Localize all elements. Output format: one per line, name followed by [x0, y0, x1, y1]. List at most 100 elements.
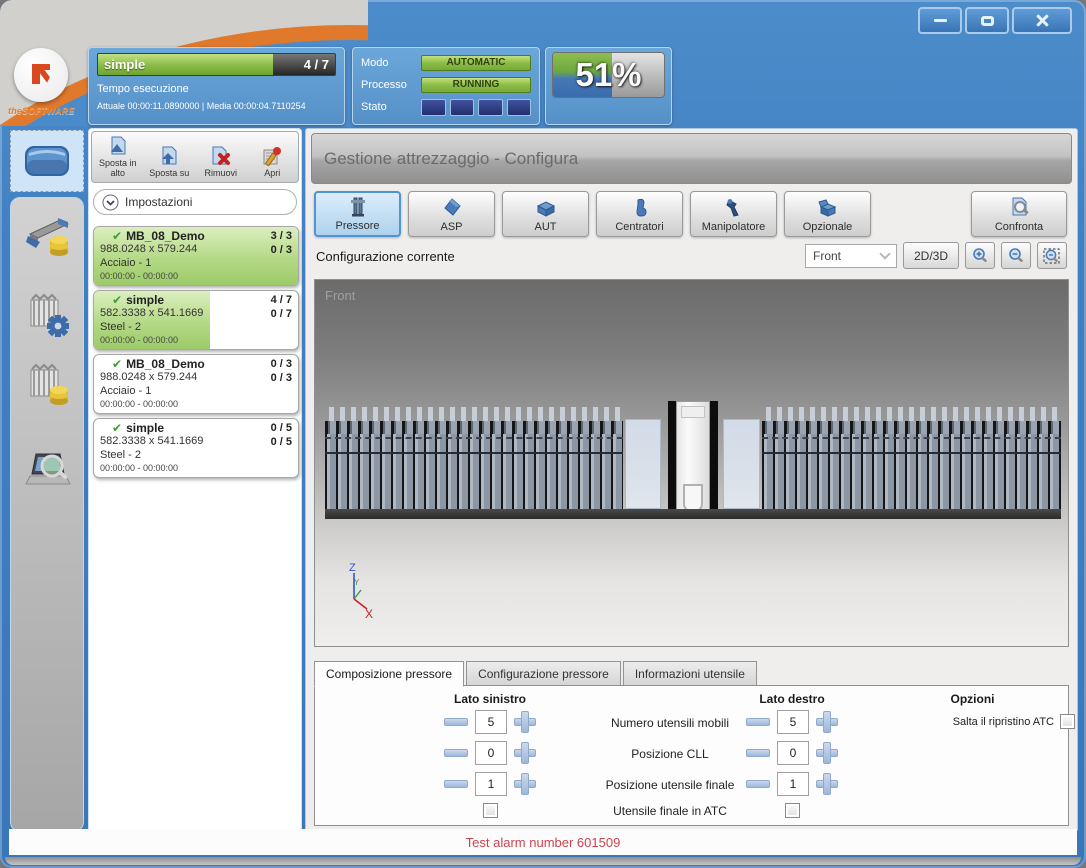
tab-centratori[interactable]: Centratori	[596, 191, 683, 237]
2d3d-button[interactable]: 2D/3D	[903, 242, 959, 269]
sidebar	[10, 197, 84, 832]
sidebar-item-diagnostics[interactable]	[24, 446, 72, 494]
stepper-value[interactable]: 0	[475, 741, 507, 765]
job-card[interactable]: ✔simple 582.3338 x 541.1669 Steel - 2 00…	[93, 418, 299, 478]
detail-tabs: Composizione pressore Configurazione pre…	[314, 661, 759, 687]
job-card-material: Acciaio - 1	[100, 257, 292, 271]
stepper-value[interactable]: 1	[475, 772, 507, 796]
move-up-button[interactable]: Sposta su	[144, 132, 196, 182]
decrement-button[interactable]	[746, 780, 770, 788]
open-button[interactable]: Apri	[247, 132, 299, 182]
job-card-name: MB_08_Demo	[126, 229, 205, 243]
atc-left-checkbox[interactable]	[483, 803, 498, 818]
tab-informazioni-utensile[interactable]: Informazioni utensile	[623, 661, 757, 686]
move-up-label: Sposta su	[149, 169, 189, 179]
app-window: theSOFTWARE simple 4 / 7 Tempo esecuzion…	[0, 0, 1086, 868]
modo-value-badge: AUTOMATIC	[421, 55, 531, 71]
close-button[interactable]	[1012, 7, 1072, 34]
decrement-button[interactable]	[444, 780, 468, 788]
tab-opzionale[interactable]: Opzionale	[784, 191, 871, 237]
zoom-fit-icon	[1042, 247, 1062, 265]
remove-button[interactable]: Rimuovi	[195, 132, 247, 182]
stepper-right-utensile-finale: 1	[692, 772, 892, 796]
stepper-value[interactable]: 5	[475, 710, 507, 734]
zoom-fit-button[interactable]	[1037, 242, 1067, 269]
atc-right-checkbox[interactable]	[785, 803, 800, 818]
job-card-counts: 0 / 30 / 3	[271, 357, 292, 386]
decrement-button[interactable]	[746, 718, 770, 726]
tempo-detail: Attuale 00:00:11.0890000 | Media 00:00:0…	[97, 101, 336, 111]
app-logo	[14, 48, 68, 102]
decrement-button[interactable]	[746, 749, 770, 757]
job-card-material: Steel - 2	[100, 321, 292, 335]
press-tool-visualization	[325, 407, 1061, 519]
tab-pressore[interactable]: Pressore	[314, 191, 401, 237]
option-label: Salta il ripristino ATC	[953, 716, 1054, 728]
stato-segment	[507, 99, 532, 116]
axis-x-label: X	[365, 607, 373, 619]
confronta-button[interactable]: Confronta	[971, 191, 1067, 237]
stepper-right-posizione-cll: 0	[692, 741, 892, 765]
move-top-button[interactable]: Sposta in alto	[92, 132, 144, 182]
stepper-value[interactable]: 0	[777, 741, 809, 765]
confronta-label: Confronta	[995, 221, 1043, 233]
opzionale-icon	[817, 197, 839, 219]
pressore-composition-form: Lato sinistro Lato destro Opzioni 5 Nume…	[314, 685, 1069, 826]
sidebar-item-tooling-database[interactable]	[24, 360, 72, 408]
check-icon: ✔	[112, 293, 122, 307]
sidebar-item-press-database[interactable]	[24, 212, 72, 260]
view-select[interactable]: Front	[805, 244, 897, 268]
mode-panel: Modo AUTOMATIC Processo RUNNING Stato	[352, 47, 540, 125]
stepper-value[interactable]: 1	[777, 772, 809, 796]
salta-ripristino-checkbox[interactable]	[1060, 714, 1075, 729]
job-card-material: Steel - 2	[100, 449, 292, 463]
stepper-value[interactable]: 5	[777, 710, 809, 734]
config-current-label: Configurazione corrente	[316, 249, 455, 264]
tab-configurazione-pressore[interactable]: Configurazione pressore	[466, 661, 621, 686]
logo-text: theSOFTWARE	[8, 106, 88, 116]
tab-asp[interactable]: ASP	[408, 191, 495, 237]
sidebar-item-machine-selected[interactable]	[10, 130, 84, 192]
tab-aut[interactable]: AUT	[502, 191, 589, 237]
increment-button[interactable]	[816, 742, 838, 764]
tab-manipolatore[interactable]: Manipolatore	[690, 191, 777, 237]
job-card[interactable]: ✔MB_08_Demo 988.0248 x 579.244 Acciaio -…	[93, 354, 299, 414]
settings-label: Impostazioni	[125, 195, 192, 209]
decrement-button[interactable]	[444, 718, 468, 726]
remove-label: Rimuovi	[204, 169, 237, 179]
tool-rack-right	[762, 407, 1061, 509]
settings-expander[interactable]: Impostazioni	[93, 189, 297, 215]
job-card-size: 988.0248 x 579.244	[100, 371, 292, 385]
move-up-icon	[157, 145, 181, 169]
zoom-in-icon	[971, 247, 989, 265]
zoom-out-button[interactable]	[1001, 242, 1031, 269]
minimize-button[interactable]	[918, 7, 962, 34]
maximize-icon	[981, 16, 994, 26]
tooling-gear-icon	[24, 290, 72, 338]
sidebar-item-tooling-config[interactable]	[24, 290, 72, 338]
support-block-right	[723, 419, 760, 509]
stato-indicators	[421, 99, 531, 116]
alarm-message: Test alarm number 601509	[466, 835, 621, 850]
axis-z-label: Z	[349, 562, 356, 574]
increment-button[interactable]	[816, 711, 838, 733]
tab-composizione-pressore[interactable]: Composizione pressore	[314, 661, 464, 687]
center-column-bar	[710, 401, 718, 509]
job-card[interactable]: ✔simple 582.3338 x 541.1669 Steel - 2 00…	[93, 290, 299, 350]
column-header-options: Opzioni	[885, 692, 1060, 706]
stato-segment	[478, 99, 503, 116]
machine-viewport[interactable]: Front	[314, 279, 1069, 647]
move-top-label: Sposta in alto	[93, 159, 143, 179]
list-toolbar: Sposta in alto Sposta su Rimuovi	[91, 131, 299, 183]
alarm-status-bar: Test alarm number 601509	[9, 829, 1077, 855]
decrement-button[interactable]	[444, 749, 468, 757]
maximize-button[interactable]	[965, 7, 1009, 34]
section-tabs: Pressore ASP AUT	[314, 191, 871, 237]
increment-button[interactable]	[816, 773, 838, 795]
aut-icon	[535, 197, 557, 219]
job-card[interactable]: ✔MB_08_Demo 988.0248 x 579.244 Acciaio -…	[93, 226, 299, 286]
zoom-in-button[interactable]	[965, 242, 995, 269]
chevron-down-icon	[879, 248, 890, 259]
viewport-view-label: Front	[325, 288, 355, 303]
job-card-material: Acciaio - 1	[100, 385, 292, 399]
